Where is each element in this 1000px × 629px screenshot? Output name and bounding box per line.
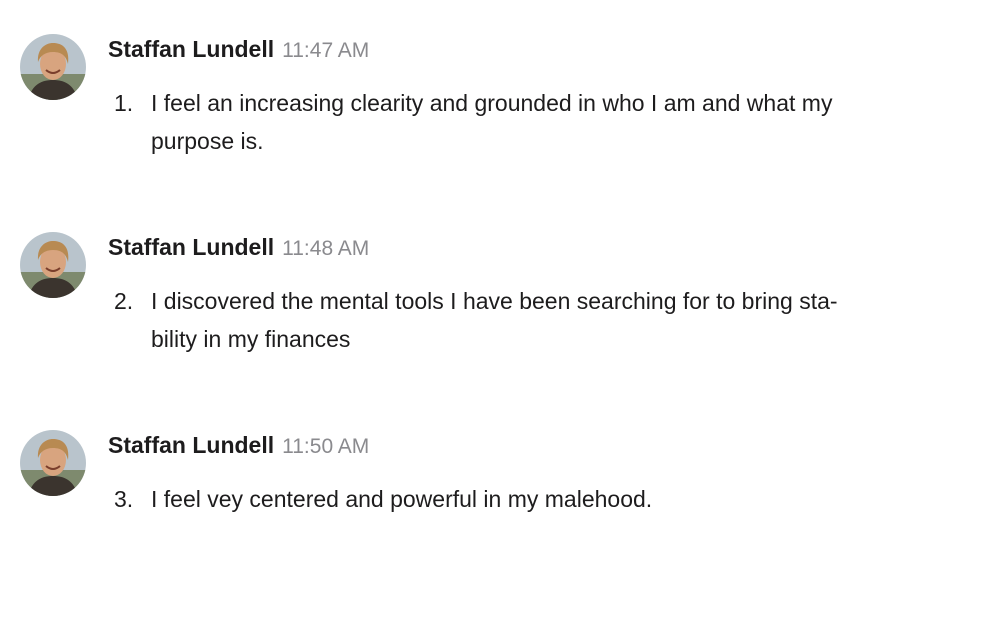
- list-item: 3. I feel vey centered and powerful in m…: [114, 480, 974, 518]
- message-body: 3. I feel vey centered and powerful in m…: [114, 480, 974, 518]
- message-body: 1. I feel an increasing clearity and gro…: [114, 84, 974, 160]
- text-line: I feel an increasing clearity and ground…: [151, 90, 833, 116]
- user-photo-icon: [20, 430, 86, 496]
- list-item: 1. I feel an increasing clearity and gro…: [114, 84, 974, 160]
- avatar[interactable]: [20, 232, 86, 298]
- list-number: 3.: [114, 486, 134, 512]
- message-text: I feel an increasing clearity and ground…: [151, 84, 974, 160]
- message-body: 2. I discovered the mental tools I have …: [114, 282, 974, 358]
- message-header: Staffan Lundell 11:50 AM: [108, 430, 369, 460]
- sender-name[interactable]: Staffan Lundell: [108, 432, 274, 458]
- message-timestamp[interactable]: 11:48 AM: [282, 237, 369, 260]
- text-line: purpose is.: [151, 128, 264, 154]
- list-number: 1.: [114, 90, 134, 116]
- user-photo-icon: [20, 232, 86, 298]
- message-text: I discovered the mental tools I have bee…: [151, 282, 974, 358]
- avatar[interactable]: [20, 430, 86, 496]
- message-header: Staffan Lundell 11:47 AM: [108, 34, 369, 64]
- message-text: I feel vey centered and powerful in my m…: [151, 480, 974, 518]
- message-timestamp[interactable]: 11:47 AM: [282, 39, 369, 62]
- avatar[interactable]: [20, 34, 86, 100]
- list-item: 2. I discovered the mental tools I have …: [114, 282, 974, 358]
- message-timestamp[interactable]: 11:50 AM: [282, 435, 369, 458]
- sender-name[interactable]: Staffan Lundell: [108, 36, 274, 62]
- text-line: I feel vey centered and powerful in my m…: [151, 486, 653, 512]
- list-number: 2.: [114, 288, 134, 314]
- message-header: Staffan Lundell 11:48 AM: [108, 232, 369, 262]
- sender-name[interactable]: Staffan Lundell: [108, 234, 274, 260]
- user-photo-icon: [20, 34, 86, 100]
- text-line: I discovered the mental tools I have bee…: [151, 288, 838, 314]
- text-line: bility in my finances: [151, 326, 351, 352]
